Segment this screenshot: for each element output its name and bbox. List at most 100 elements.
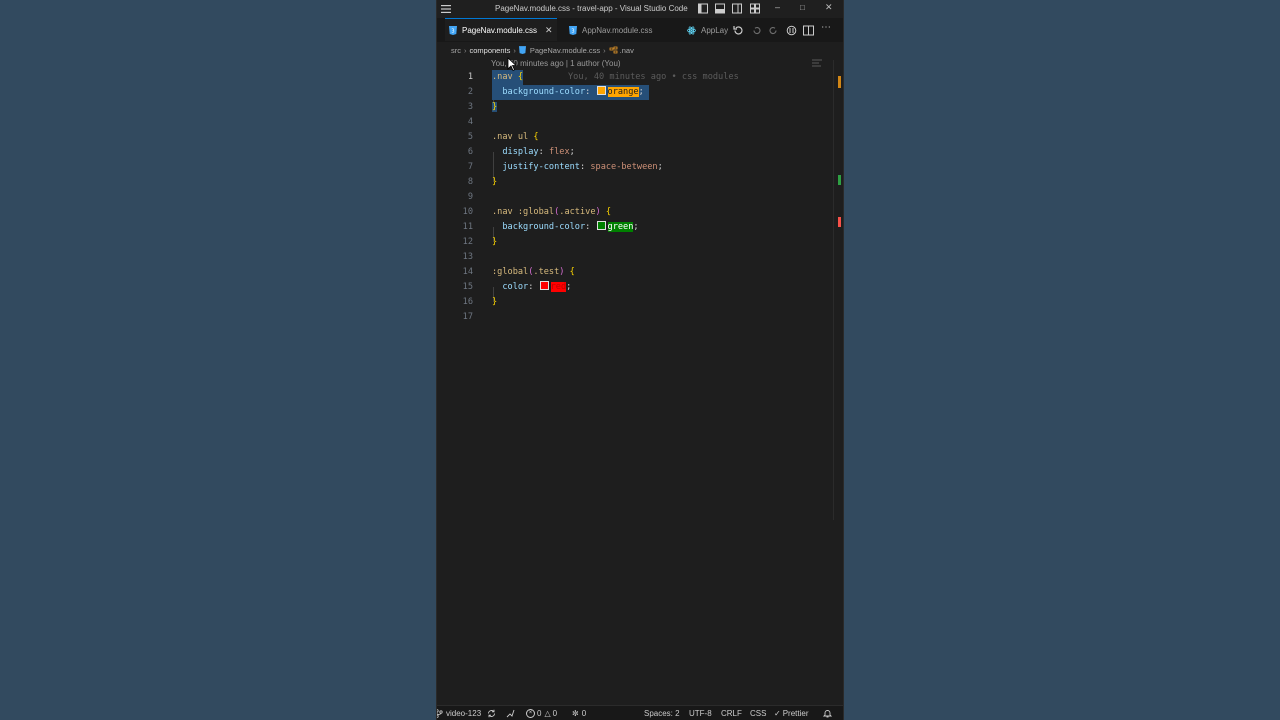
brace-token: { [605, 207, 612, 217]
brace-token: { [569, 267, 575, 277]
line-number: 6 [467, 147, 473, 157]
brace-token: } [492, 177, 498, 187]
selector-token: .nav [492, 207, 518, 217]
code-editor[interactable]: 1 .nav { You, 40 minutes ago • css modul… [437, 70, 843, 330]
class-token: .test [533, 267, 560, 277]
code-line[interactable]: 4 [437, 115, 833, 130]
previous-change-icon[interactable] [751, 25, 762, 36]
sync-icon[interactable] [487, 709, 496, 718]
brace-token: } [492, 102, 498, 112]
value-token: space-between [590, 162, 658, 172]
code-line[interactable]: 11 background-color: green; [437, 220, 833, 235]
code-line[interactable]: 12 } [437, 235, 833, 250]
problems-status[interactable]: × 0 △ 0 [526, 709, 557, 718]
code-line[interactable]: 17 [437, 310, 833, 325]
tab-label: PageNav.module.css [462, 25, 537, 35]
code-line[interactable]: 8 } [437, 175, 833, 190]
line-number: 5 [467, 132, 473, 142]
formatter-label: Prettier [782, 709, 809, 718]
encoding-status[interactable]: UTF-8 [689, 709, 712, 718]
customize-layout-icon[interactable] [750, 3, 760, 14]
split-editor-icon[interactable] [803, 25, 814, 36]
semicolon-token: ; [569, 147, 575, 157]
chevron-right-icon: › [603, 45, 606, 55]
code-line[interactable]: 3 } [437, 100, 833, 115]
prettier-status[interactable]: ✓ Prettier [774, 709, 809, 718]
git-branch-icon [437, 709, 443, 718]
color-swatch-icon[interactable] [539, 281, 549, 290]
maximize-icon[interactable]: □ [800, 3, 805, 12]
window-title: PageNav.module.css - travel-app - Visual… [495, 4, 688, 13]
code-line[interactable]: 7 justify-content: space-between; [437, 160, 833, 175]
toggle-primary-sidebar-icon[interactable] [698, 3, 708, 14]
tab-pagenav-module-css[interactable]: 3 PageNav.module.css ✕ [445, 18, 557, 41]
value-token: red [550, 282, 567, 292]
breadcrumb-item-symbol[interactable]: .nav [620, 46, 634, 55]
code-line[interactable]: 1 .nav { You, 40 minutes ago • css modul… [437, 70, 833, 85]
tab-appnav-module-css[interactable]: 3 AppNav.module.css [569, 18, 653, 42]
git-compare-icon[interactable] [786, 25, 797, 36]
branch-status[interactable]: video-123 [437, 709, 481, 718]
semicolon-token: ; [566, 282, 572, 292]
breadcrumb-item-src[interactable]: src [451, 46, 461, 55]
paren-token: ) [595, 207, 601, 217]
tab-label: AppLay [701, 25, 729, 35]
breadcrumb-item-file[interactable]: PageNav.module.css [530, 46, 600, 55]
line-number: 16 [462, 297, 473, 307]
breadcrumb: src › components › PageNav.module.css › … [451, 44, 634, 56]
code-line[interactable]: 2 background-color: orange; [437, 85, 833, 100]
property-token: background-color [502, 87, 586, 97]
open-changes-icon[interactable] [733, 25, 744, 36]
chevron-right-icon: › [513, 45, 516, 55]
selector-token: .nav [492, 72, 513, 82]
git-graph-icon[interactable] [506, 709, 515, 718]
code-line[interactable]: 13 [437, 250, 833, 265]
tab-applayout[interactable]: AppLay [687, 18, 732, 42]
code-line[interactable]: 14 :global(.test) { [437, 265, 833, 280]
hamburger-menu-icon[interactable] [440, 3, 452, 15]
code-line[interactable]: 6 display: flex; [437, 145, 833, 160]
pseudo-token: :global [492, 267, 529, 277]
minimize-icon[interactable]: – [775, 2, 780, 12]
ports-status[interactable]: ✼ 0 [572, 709, 586, 718]
value-token: orange [607, 87, 639, 97]
line-number: 8 [467, 177, 473, 187]
toggle-panel-icon[interactable] [715, 3, 725, 14]
language-status[interactable]: CSS [750, 709, 766, 718]
code-line[interactable]: 5 .nav ul { [437, 130, 833, 145]
close-window-icon[interactable]: ✕ [825, 2, 833, 13]
breadcrumb-item-components[interactable]: components [470, 46, 511, 55]
pseudo-token: :global [517, 207, 555, 217]
brace-token: { [517, 72, 524, 82]
toggle-secondary-sidebar-icon[interactable] [732, 3, 742, 14]
next-change-icon[interactable] [768, 25, 779, 36]
brace-token: } [492, 237, 498, 247]
title-bar: PageNav.module.css - travel-app - Visual… [437, 0, 843, 18]
line-number: 7 [467, 162, 473, 172]
code-line[interactable]: 15 color: red; [437, 280, 833, 295]
symbol-class-icon [609, 46, 618, 54]
eol-status[interactable]: CRLF [721, 709, 742, 718]
color-swatch-icon[interactable] [596, 221, 606, 230]
code-line[interactable]: 10 .nav :global(.active) { [437, 205, 833, 220]
more-actions-icon[interactable]: ⋯ [821, 22, 833, 33]
radio-tower-icon: ✼ [572, 709, 579, 718]
line-number: 2 [467, 87, 473, 97]
line-number: 12 [462, 237, 473, 247]
code-line[interactable]: 9 [437, 190, 833, 205]
notifications-bell-icon[interactable] [823, 709, 832, 718]
line-number: 1 [467, 72, 473, 82]
warning-count: 0 [552, 709, 558, 718]
mouse-cursor-icon [507, 57, 517, 71]
line-number: 14 [462, 267, 473, 277]
close-tab-icon[interactable]: ✕ [545, 25, 553, 36]
color-swatch-icon[interactable] [596, 86, 606, 95]
code-line[interactable]: 16 } [437, 295, 833, 310]
brace-token: } [492, 297, 498, 307]
colon-token: : [585, 87, 591, 97]
css-file-icon [518, 46, 526, 54]
line-number: 9 [467, 192, 473, 202]
svg-text:3: 3 [451, 28, 454, 34]
indentation-status[interactable]: Spaces: 2 [644, 709, 680, 718]
error-icon: × [526, 709, 535, 718]
